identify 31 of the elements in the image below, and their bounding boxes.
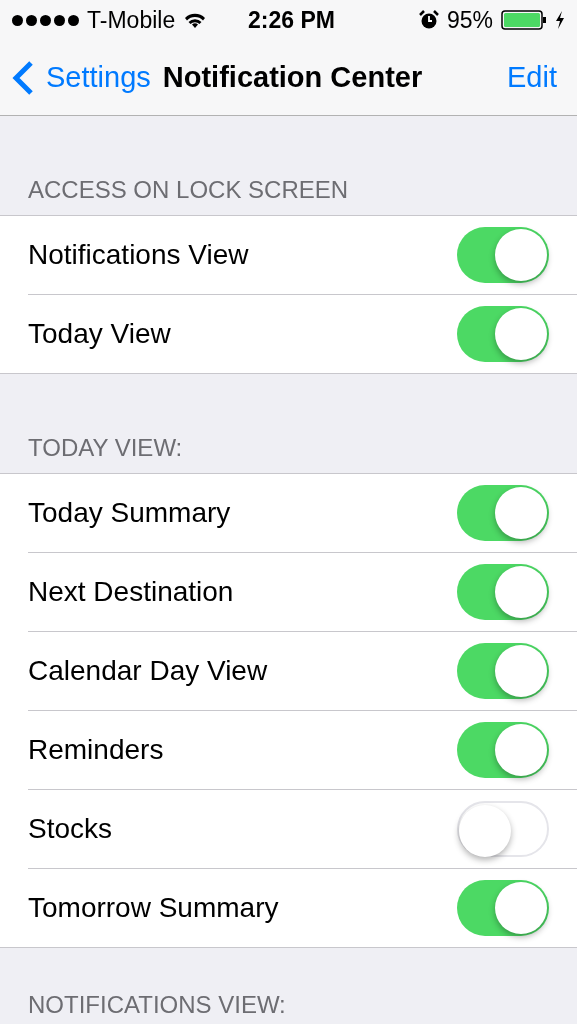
toggle-switch[interactable] xyxy=(457,722,549,778)
toggle-switch[interactable] xyxy=(457,564,549,620)
alarm-icon xyxy=(418,10,439,30)
charging-icon xyxy=(555,11,565,29)
battery-percent: 95% xyxy=(446,5,493,35)
toggle-switch[interactable] xyxy=(457,227,549,283)
setting-label: Today Summary xyxy=(28,496,231,530)
toggle-switch[interactable] xyxy=(457,880,549,936)
toggle-switch[interactable] xyxy=(457,306,549,362)
back-button[interactable]: Settings xyxy=(12,55,151,100)
toggle-switch[interactable] xyxy=(457,801,549,857)
clock-time: 2:26 PM xyxy=(248,5,335,35)
edit-button[interactable]: Edit xyxy=(507,55,557,100)
toggle-switch[interactable] xyxy=(457,643,549,699)
setting-label: Tomorrow Summary xyxy=(28,891,279,925)
signal-icon xyxy=(12,14,79,26)
carrier-name: T-Mobile xyxy=(87,5,176,35)
setting-label: Notifications View xyxy=(28,238,249,272)
setting-label: Today View xyxy=(28,317,171,351)
screen-title: Notification Center xyxy=(162,59,423,95)
setting-label: Stocks xyxy=(28,812,113,846)
section-header: ACCESS ON LOCK SCREEN xyxy=(28,176,349,203)
setting-label: Next Destination xyxy=(28,575,234,609)
wifi-icon xyxy=(183,11,208,29)
toggle-switch[interactable] xyxy=(457,485,549,541)
section-header: NOTIFICATIONS VIEW: xyxy=(28,991,286,1018)
setting-label: Calendar Day View xyxy=(28,654,268,688)
battery-icon xyxy=(501,10,547,30)
setting-label: Reminders xyxy=(28,733,164,767)
chevron-left-icon xyxy=(12,59,34,96)
section-header: TODAY VIEW: xyxy=(28,434,183,461)
